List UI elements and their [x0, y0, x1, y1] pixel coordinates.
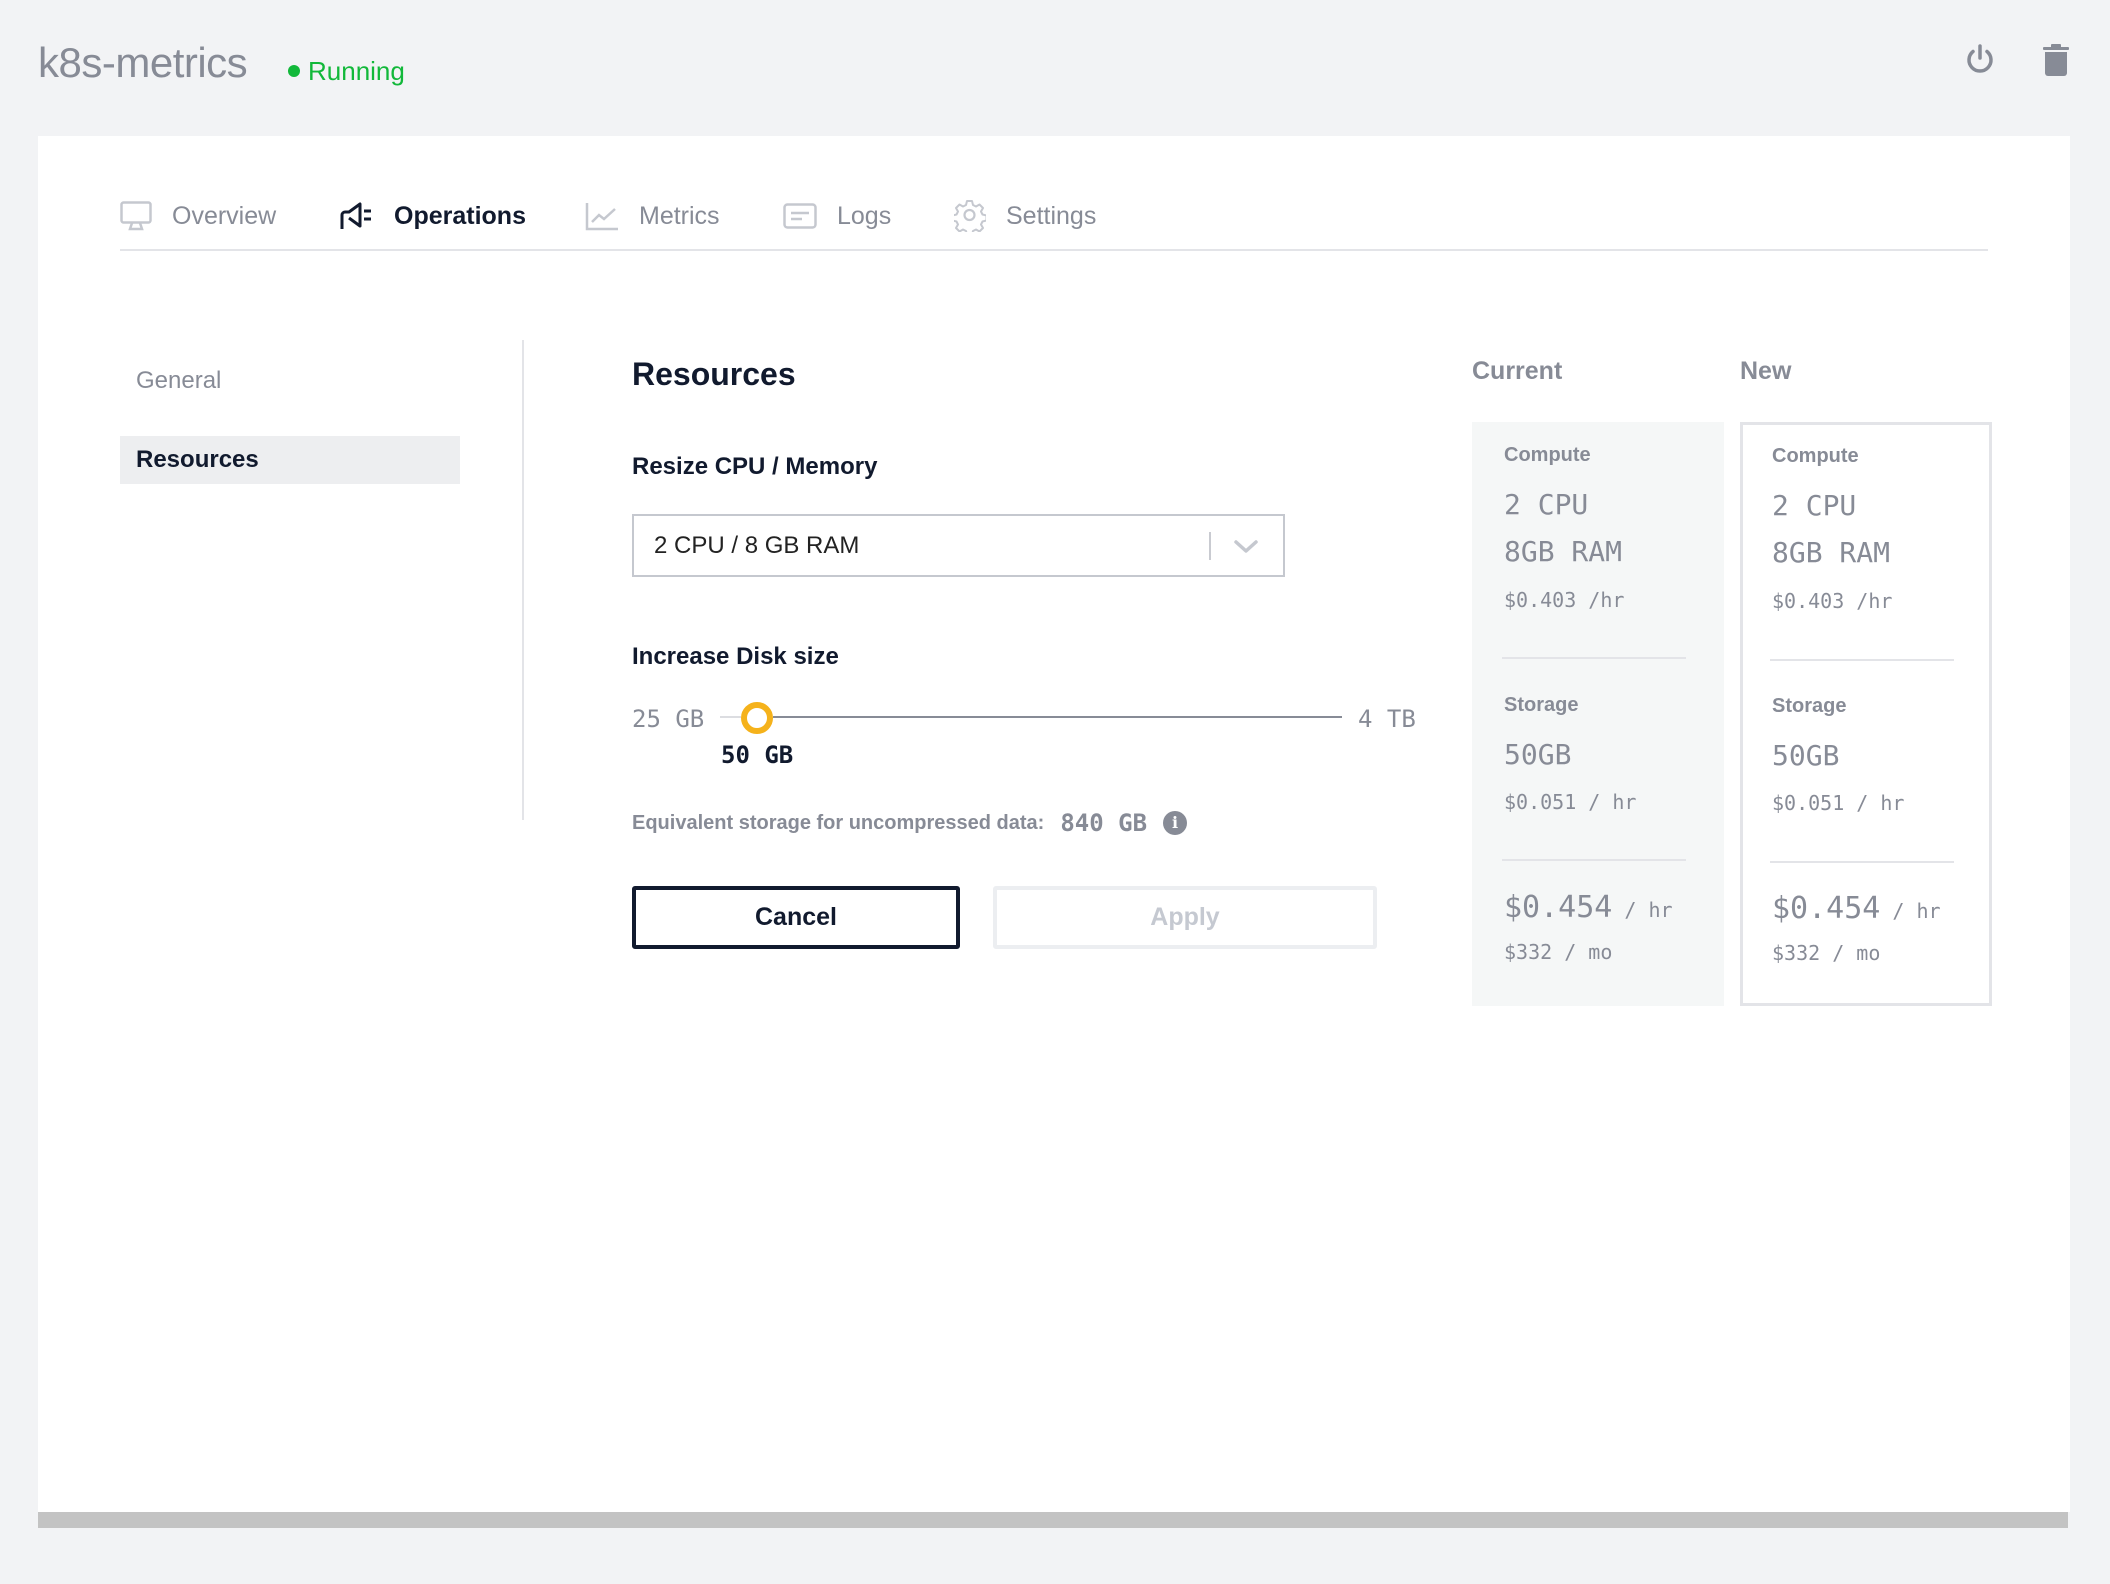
status-dot-icon — [288, 65, 300, 77]
tabs-divider — [120, 249, 1988, 251]
cpu-memory-select[interactable]: 2 CPU / 8 GB RAM — [632, 514, 1285, 577]
info-icon[interactable]: i — [1163, 811, 1188, 835]
power-button[interactable] — [1962, 40, 1998, 80]
slider-value: 50 GB — [721, 741, 794, 769]
slider-max-label: 4 TB — [1358, 705, 1416, 733]
equivalent-storage: Equivalent storage for uncompressed data… — [632, 808, 1188, 838]
select-separator — [1209, 532, 1211, 560]
gear-icon — [954, 200, 986, 232]
apply-button[interactable]: Apply — [993, 886, 1377, 949]
tab-label: Metrics — [639, 201, 720, 230]
tab-logs[interactable]: Logs — [783, 196, 891, 236]
total-hourly-value: $0.454 — [1504, 890, 1613, 925]
storage-label: Storage — [1772, 695, 1847, 717]
slider-min-label: 25 GB — [632, 705, 705, 733]
status-text: Running — [308, 56, 405, 86]
total-hourly-value: $0.454 — [1772, 891, 1881, 926]
tab-label: Operations — [394, 201, 526, 230]
compute-label: Compute — [1504, 444, 1591, 466]
compute-label: Compute — [1772, 445, 1859, 467]
sidebar-item-general[interactable]: General — [120, 357, 460, 405]
compute-price: $0.403 /hr — [1772, 589, 1893, 613]
trash-icon — [2043, 44, 2069, 76]
sidebar-item-resources[interactable]: Resources — [120, 436, 460, 484]
tab-operations[interactable]: Operations — [340, 196, 526, 236]
slider-track-filled — [720, 716, 742, 718]
section-title: Resources — [632, 356, 796, 392]
select-value: 2 CPU / 8 GB RAM — [654, 531, 860, 559]
divider — [1770, 659, 1954, 661]
tab-metrics[interactable]: Metrics — [585, 196, 720, 236]
monitor-icon — [120, 201, 152, 231]
compute-price: $0.403 /hr — [1504, 588, 1625, 612]
line-chart-icon — [585, 203, 618, 231]
sidebar-item-label: General — [136, 367, 222, 394]
total-hourly: $0.454 / hr — [1772, 891, 1941, 926]
cpu-value: 2 CPU — [1772, 489, 1857, 522]
storage-value: 50GB — [1772, 739, 1840, 772]
new-heading: New — [1740, 357, 1792, 385]
new-plan-card: Compute 2 CPU 8GB RAM $0.403 /hr Storage… — [1740, 422, 1992, 1006]
divider — [1502, 657, 1686, 659]
tab-label: Overview — [172, 201, 277, 230]
total-monthly: $332 / mo — [1504, 940, 1613, 964]
storage-price: $0.051 / hr — [1772, 791, 1905, 815]
storage-price: $0.051 / hr — [1504, 790, 1637, 814]
tab-label: Logs — [837, 201, 892, 230]
equivalent-storage-value: 840 GB — [1060, 809, 1148, 837]
total-hourly-unit: / hr — [1880, 899, 1941, 923]
equivalent-storage-label: Equivalent storage for uncompressed data… — [632, 812, 1045, 834]
tab-settings[interactable]: Settings — [954, 196, 1096, 236]
total-hourly: $0.454 / hr — [1504, 890, 1673, 925]
slider-track[interactable] — [773, 716, 1342, 718]
ram-value: 8GB RAM — [1772, 536, 1891, 569]
delete-button[interactable] — [2038, 40, 2074, 80]
tab-label: Settings — [1006, 201, 1097, 230]
storage-value: 50GB — [1504, 738, 1572, 771]
app-title: k8s-metrics — [38, 39, 248, 86]
sidebar-divider — [522, 340, 524, 820]
total-monthly: $332 / mo — [1772, 941, 1881, 965]
log-list-icon — [783, 203, 817, 229]
horizontal-scrollbar[interactable] — [38, 1512, 2068, 1528]
sidebar-item-label: Resources — [136, 446, 259, 473]
cancel-button[interactable]: Cancel — [632, 886, 960, 949]
disk-label: Increase Disk size — [632, 643, 839, 670]
ram-value: 8GB RAM — [1504, 535, 1623, 568]
total-hourly-unit: / hr — [1612, 898, 1673, 922]
megaphone-icon — [340, 202, 371, 229]
current-heading: Current — [1472, 357, 1563, 385]
divider — [1770, 861, 1954, 863]
cpu-value: 2 CPU — [1504, 488, 1589, 521]
status-badge: Running — [288, 55, 405, 87]
chevron-down-icon — [1234, 540, 1258, 553]
power-icon — [1967, 44, 1993, 73]
tab-overview[interactable]: Overview — [120, 196, 276, 236]
storage-label: Storage — [1504, 694, 1579, 716]
divider — [1502, 859, 1686, 861]
resize-label: Resize CPU / Memory — [632, 453, 878, 480]
current-plan-card: Compute 2 CPU 8GB RAM $0.403 /hr Storage… — [1472, 422, 1724, 1006]
